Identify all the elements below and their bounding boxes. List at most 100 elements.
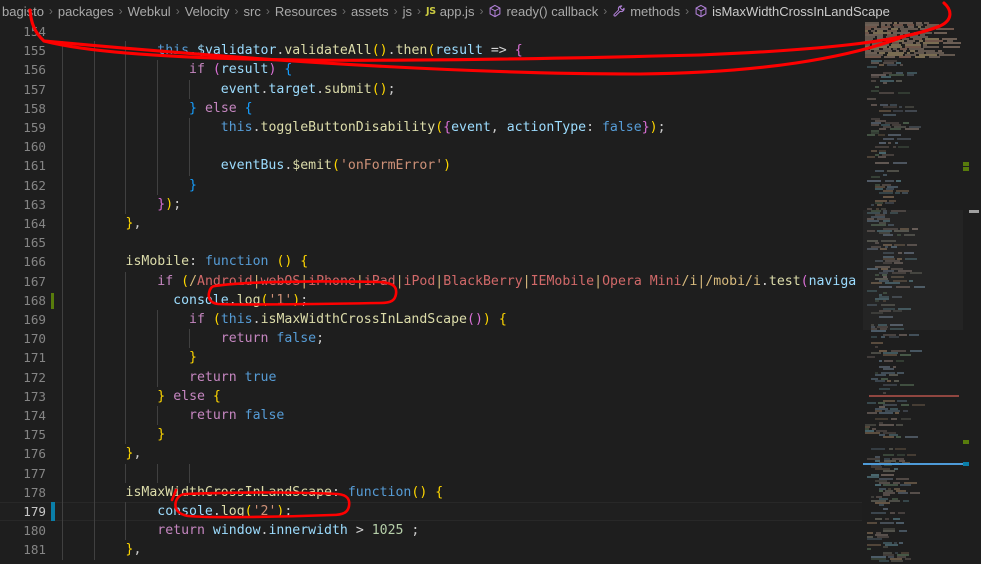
code-line[interactable]: 155 this.$validator.validateAll().then(r… bbox=[0, 41, 862, 61]
minimap-code-line bbox=[867, 356, 875, 358]
minimap-code-line bbox=[939, 54, 955, 56]
breadcrumb-item-methods[interactable]: methods bbox=[612, 4, 680, 19]
breadcrumb-item-label: js bbox=[402, 3, 412, 19]
code-token: , bbox=[133, 216, 142, 231]
minimap-code-line bbox=[875, 484, 881, 486]
code-line[interactable]: 161 eventBus.$emit('onFormError') bbox=[0, 156, 862, 176]
minimap-code-line bbox=[896, 360, 904, 362]
overview-selection-marker bbox=[969, 210, 979, 213]
minimap-code-line bbox=[897, 454, 905, 456]
code-line[interactable]: 179 console.log('2'); bbox=[0, 502, 862, 522]
code-text: }, bbox=[62, 444, 142, 463]
code-token: '1' bbox=[268, 292, 293, 308]
code-line[interactable]: 164 }, bbox=[0, 214, 862, 234]
breadcrumb-item-label: methods bbox=[630, 3, 681, 19]
code-line[interactable]: 170 return false; bbox=[0, 329, 862, 349]
code-lines-container[interactable]: 154 155 this.$validator.validateAll().the… bbox=[0, 22, 862, 564]
code-line[interactable]: 178 isMaxWidthCrossInLandScape: function… bbox=[0, 482, 862, 502]
minimap-code-line bbox=[881, 76, 891, 78]
breadcrumb[interactable]: bagisto › packages › Webkul › Velocity › src › Res… bbox=[0, 0, 981, 22]
code-line[interactable]: 177 bbox=[0, 463, 862, 483]
code-line[interactable]: 162 } bbox=[0, 175, 862, 195]
code-token: ( bbox=[181, 273, 190, 289]
code-line[interactable]: 156 if (result) { bbox=[0, 60, 862, 80]
code-line[interactable]: 169 if (this.isMaxWidthCrossInLandScape(… bbox=[0, 310, 862, 330]
code-token: ; bbox=[403, 523, 420, 539]
line-number: 164 bbox=[23, 216, 46, 231]
code-line[interactable]: 171 } bbox=[0, 348, 862, 368]
code-line[interactable]: 175 } bbox=[0, 425, 862, 445]
code-token: false bbox=[601, 120, 642, 135]
code-line[interactable]: 172 return true bbox=[0, 367, 862, 387]
code-text: }, bbox=[62, 214, 142, 233]
code-text: isMaxWidthCrossInLandScape: function() { bbox=[62, 483, 444, 502]
minimap-code-line bbox=[889, 500, 900, 502]
breadcrumb-item-label: bagisto bbox=[2, 3, 44, 19]
code-line[interactable]: 165 bbox=[0, 233, 862, 253]
breadcrumb-item-ready-callback[interactable]: ready() callback bbox=[488, 4, 598, 19]
code-token: iPod bbox=[403, 273, 436, 289]
minimap-code-line bbox=[899, 542, 903, 544]
code-line[interactable]: 173 } else { bbox=[0, 386, 862, 406]
code-line[interactable]: 181 }, bbox=[0, 540, 862, 560]
minimap-code-line bbox=[877, 204, 882, 206]
code-token: return bbox=[220, 331, 269, 347]
breadcrumb-item-label: packages bbox=[57, 3, 114, 19]
code-line[interactable]: 180 return window.innerwidth > 1025 ; bbox=[0, 521, 862, 541]
breadcrumb-item-assets[interactable]: assets bbox=[351, 4, 389, 19]
minimap-code-line bbox=[883, 354, 897, 356]
code-token: this bbox=[220, 312, 253, 327]
code-token: ; bbox=[316, 331, 325, 347]
minimap-code-line bbox=[875, 162, 889, 164]
minimap[interactable] bbox=[863, 22, 963, 564]
code-token: : bbox=[189, 254, 205, 270]
code-line[interactable]: 168 console.log('1'); bbox=[0, 290, 862, 310]
minimap-code-line bbox=[867, 402, 876, 404]
code-line[interactable]: 166 isMobile: function () { bbox=[0, 252, 862, 272]
breadcrumb-item-bagisto[interactable]: bagisto bbox=[2, 4, 44, 19]
breadcrumb-item-label: Velocity bbox=[184, 3, 230, 19]
minimap-code-line bbox=[883, 508, 888, 510]
minimap-code-line bbox=[878, 134, 885, 136]
breadcrumb-item-js[interactable]: js bbox=[403, 4, 412, 19]
indent-guide bbox=[125, 463, 127, 483]
minimap-code-line bbox=[875, 374, 886, 376]
code-line[interactable]: 176 }, bbox=[0, 444, 862, 464]
code-text: if (this.isMaxWidthCrossInLandScape()) { bbox=[62, 310, 507, 329]
code-line[interactable]: 163 }); bbox=[0, 194, 862, 214]
code-token: false bbox=[276, 331, 317, 347]
breadcrumb-item-velocity[interactable]: Velocity bbox=[185, 4, 230, 19]
breadcrumb-item-webkul[interactable]: Webkul bbox=[128, 4, 171, 19]
code-line[interactable]: 167 if (/Android|webOS|iPhone|iPad|iPod|… bbox=[0, 271, 862, 291]
code-token: / bbox=[189, 273, 198, 289]
breadcrumb-item-packages[interactable]: packages bbox=[58, 4, 114, 19]
code-line[interactable]: 158 } else { bbox=[0, 98, 862, 118]
minimap-code-line bbox=[889, 374, 898, 376]
minimap-code-line bbox=[875, 86, 879, 88]
minimap-code-line bbox=[887, 380, 891, 382]
overview-ruler-scrollbar[interactable] bbox=[963, 22, 981, 564]
code-line[interactable]: 174 return false bbox=[0, 406, 862, 426]
minimap-code-line bbox=[898, 512, 905, 514]
line-number: 179 bbox=[23, 504, 46, 519]
code-editor[interactable]: 154 155 this.$validator.validateAll().the… bbox=[0, 22, 981, 564]
breadcrumb-item-app-js[interactable]: JS app.js bbox=[426, 4, 474, 19]
breadcrumb-item-resources[interactable]: Resources bbox=[275, 4, 337, 19]
minimap-code-line bbox=[879, 192, 893, 194]
breadcrumb-item-ismaxwidthcrossinlandscape[interactable]: isMaxWidthCrossInLandScape bbox=[694, 4, 890, 19]
breadcrumb-item-src[interactable]: src bbox=[244, 4, 261, 19]
code-line[interactable]: 160 bbox=[0, 137, 862, 157]
code-line[interactable]: 157 event.target.submit(); bbox=[0, 79, 862, 99]
line-number: 170 bbox=[23, 331, 46, 347]
line-number: 166 bbox=[23, 254, 46, 270]
code-token: : bbox=[586, 120, 602, 135]
minimap-code-line bbox=[907, 454, 916, 456]
code-line[interactable]: 159 this.toggleButtonDisability({event, … bbox=[0, 118, 862, 138]
minimap-code-line bbox=[899, 530, 907, 532]
minimap-code-line bbox=[881, 336, 885, 338]
minimap-code-line bbox=[875, 518, 882, 520]
code-line[interactable]: 154 bbox=[0, 22, 862, 41]
code-line[interactable]: 182 bbox=[0, 560, 862, 564]
minimap-slider[interactable] bbox=[863, 210, 963, 330]
